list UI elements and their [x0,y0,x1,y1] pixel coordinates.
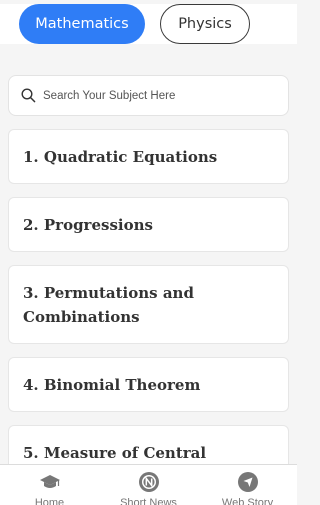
search-input[interactable] [43,86,279,106]
subject-card[interactable]: 3. Permutations and Combinations [8,265,289,344]
subject-card[interactable]: 2. Progressions [8,197,289,252]
subject-tabs: Mathematics Physics [0,4,297,44]
navigation-arrow-icon [237,472,258,492]
nav-short-news[interactable]: Short News [99,465,198,505]
nav-web-story-label: Web Story [221,497,274,505]
subject-title: 2. Progressions [23,215,153,234]
nav-home[interactable]: Home [0,465,99,505]
tab-mathematics[interactable]: Mathematics [19,4,145,44]
nav-web-story[interactable]: Web Story [198,465,297,505]
search-bar[interactable] [8,75,289,116]
subject-card[interactable]: 4. Binomial Theorem [8,357,289,412]
nav-home-label: Home [34,497,65,505]
graduation-cap-icon [39,475,60,488]
subject-title: 3. Permutations and Combinations [23,283,194,326]
subject-card[interactable]: 1. Quadratic Equations [8,129,289,184]
bottom-navigation: Home Short News Web Story [0,464,297,505]
news-icon [138,472,159,492]
search-icon [21,88,36,103]
tab-physics[interactable]: Physics [160,4,250,44]
nav-short-news-label: Short News [120,497,177,505]
subject-title: 1. Quadratic Equations [23,147,218,166]
subject-title: 4. Binomial Theorem [23,375,201,394]
